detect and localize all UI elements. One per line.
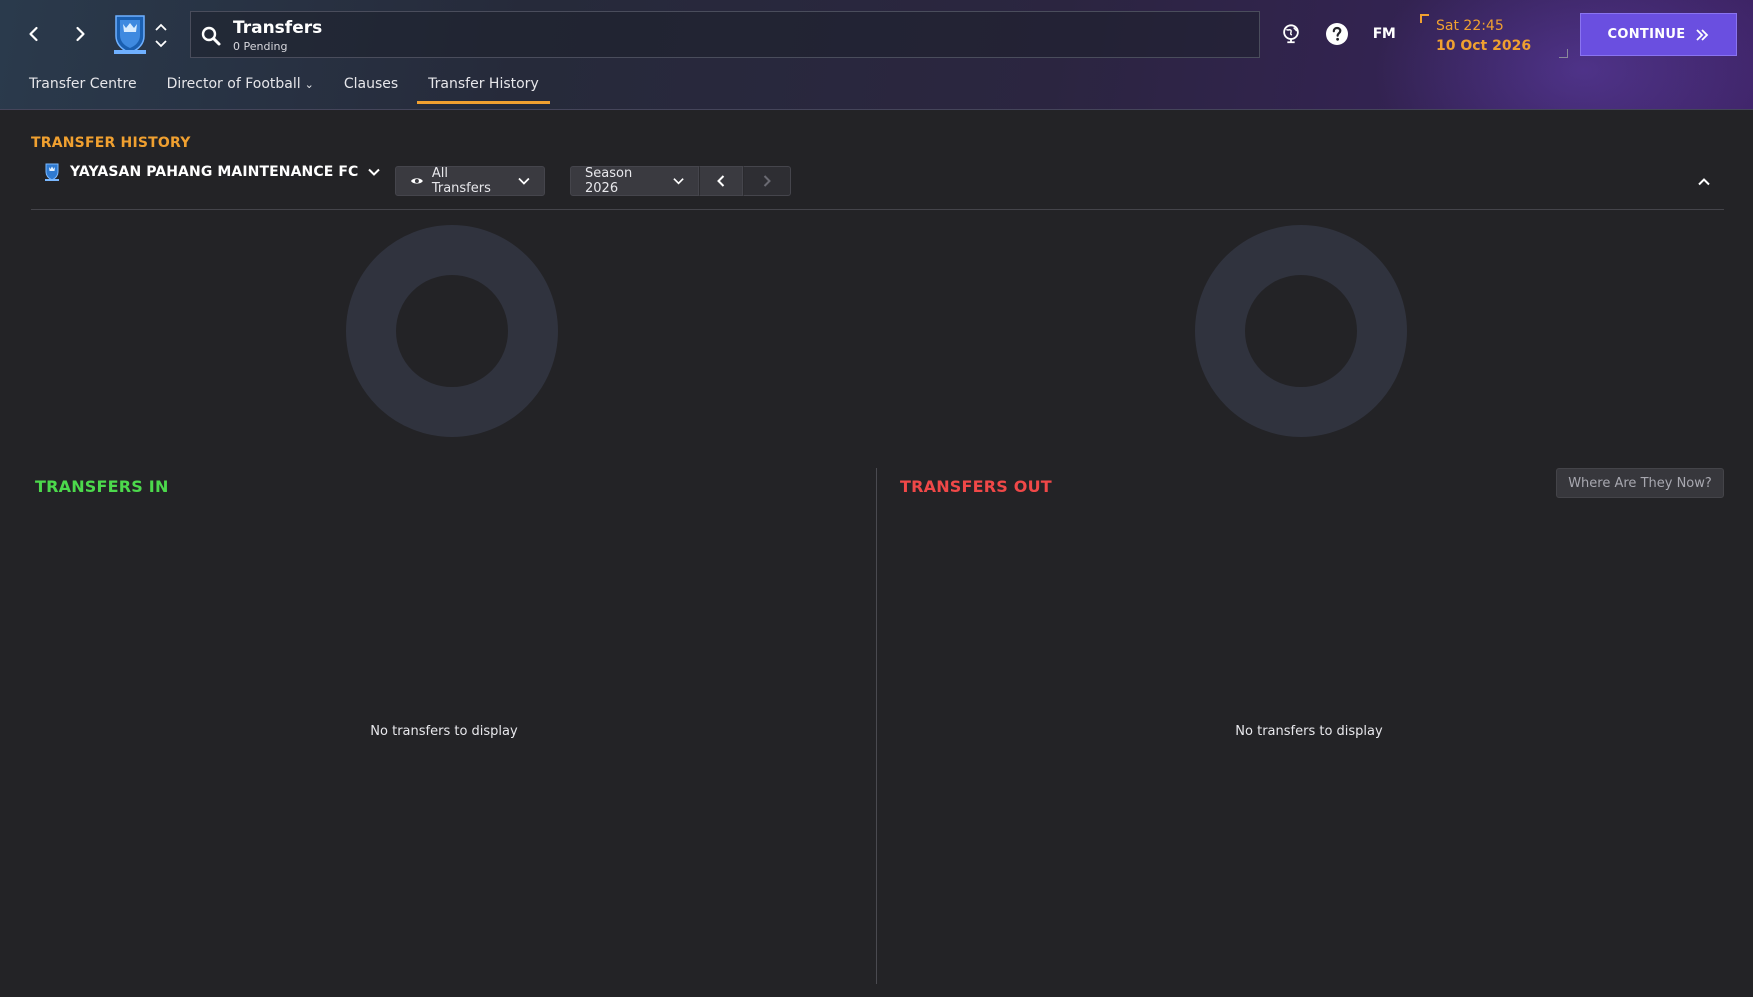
tab-director-of-football[interactable]: Director of Football ⌄ (156, 70, 325, 104)
tab-bar: Transfer Centre Director of Football ⌄ Cl… (18, 70, 558, 104)
next-season-button[interactable] (743, 166, 791, 196)
search-icon (199, 24, 223, 48)
chevron-down-icon (368, 168, 381, 176)
continue-label: CONTINUE (1607, 27, 1686, 42)
search-bar[interactable]: Transfers 0 Pending (190, 11, 1260, 58)
tab-transfer-history[interactable]: Transfer History (417, 70, 550, 104)
search-title: Transfers (233, 18, 323, 38)
transfers-in-donut-chart (346, 225, 558, 437)
game-time: Sat 22:45 (1436, 18, 1504, 34)
main-content: TRANSFER HISTORY YAYASAN PAHANG MAINTENA… (0, 111, 1753, 997)
collapse-button[interactable] (1690, 171, 1718, 193)
back-button[interactable] (18, 18, 50, 50)
panel-separator (876, 468, 877, 984)
chevron-up-icon[interactable] (152, 18, 170, 35)
transfers-out-empty-message: No transfers to display (1235, 724, 1383, 739)
club-crest-icon (45, 163, 59, 181)
header-divider (31, 209, 1724, 210)
chevron-down-icon (673, 178, 684, 185)
club-crest-icon[interactable] (110, 12, 150, 56)
help-button[interactable] (1323, 20, 1351, 48)
chevron-down-icon (518, 177, 530, 185)
club-switcher[interactable] (152, 18, 170, 52)
globe-button[interactable] (1277, 20, 1305, 48)
help-icon (1326, 23, 1348, 45)
season-label: Season 2026 (585, 166, 633, 196)
app-header: Transfers 0 Pending FM Sat 22:45 10 Oct … (0, 0, 1753, 110)
continue-button[interactable]: CONTINUE (1580, 13, 1737, 56)
club-selector[interactable]: YAYASAN PAHANG MAINTENANCE FC (44, 159, 381, 185)
chevron-left-icon (29, 26, 38, 42)
globe-icon (1283, 24, 1299, 44)
chevron-right-icon (763, 175, 771, 187)
transfers-out-donut-chart (1195, 225, 1407, 437)
season-selector: Season 2026 (570, 166, 791, 196)
double-chevron-right-icon (1696, 28, 1709, 41)
season-dropdown[interactable]: Season 2026 (570, 166, 699, 196)
top-bar: Transfers 0 Pending FM Sat 22:45 10 Oct … (0, 0, 1753, 70)
tab-clauses[interactable]: Clauses (333, 70, 409, 104)
chevron-right-icon (76, 26, 85, 42)
fm-logo: FM (1372, 26, 1396, 42)
eye-icon (410, 178, 423, 184)
transfers-in-title: TRANSFERS IN (35, 477, 169, 496)
chevron-left-icon (717, 175, 725, 187)
transfers-in-empty-message: No transfers to display (370, 724, 518, 739)
transfers-out-title: TRANSFERS OUT (900, 477, 1052, 496)
tab-transfer-centre[interactable]: Transfer Centre (18, 70, 148, 104)
where-are-they-now-button[interactable]: Where Are They Now? (1556, 468, 1724, 498)
game-date: Sat 22:45 10 Oct 2026 (1420, 12, 1568, 58)
forward-button[interactable] (64, 18, 96, 50)
chevron-down-icon[interactable] (152, 35, 170, 52)
transfer-filter-dropdown[interactable]: All Transfers (395, 166, 545, 196)
chevron-down-icon: ⌄ (304, 78, 314, 91)
club-name: YAYASAN PAHANG MAINTENANCE FC (70, 164, 359, 180)
section-title: TRANSFER HISTORY (31, 135, 191, 151)
chevron-up-icon (1698, 178, 1710, 186)
previous-season-button[interactable] (699, 166, 743, 196)
fm-menu-button[interactable]: FM (1368, 20, 1400, 48)
pending-count: 0 Pending (233, 40, 288, 53)
game-date-value: 10 Oct 2026 (1436, 38, 1532, 54)
transfer-filter-label: All Transfers (431, 166, 491, 196)
